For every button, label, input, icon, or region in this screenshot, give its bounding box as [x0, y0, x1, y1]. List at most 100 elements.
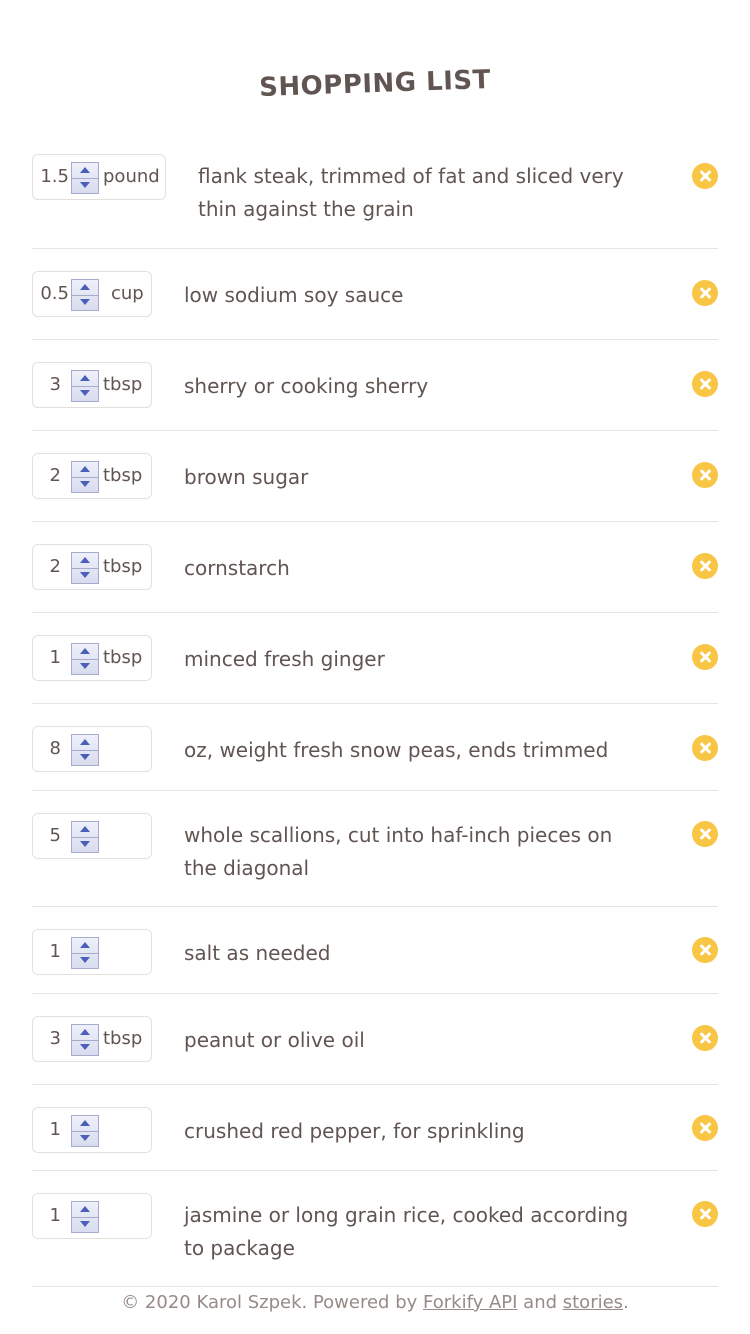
close-circle-icon[interactable] — [692, 821, 718, 847]
list-item: 3 tbsp peanut or olive oil — [32, 994, 718, 1085]
close-circle-icon[interactable] — [692, 1115, 718, 1141]
quantity-stepper[interactable]: 8 — [32, 726, 152, 772]
quantity-value[interactable]: 1 — [33, 636, 61, 680]
stepper-arrows-icon[interactable] — [71, 162, 99, 194]
stepper-arrows-icon[interactable] — [71, 461, 99, 493]
close-circle-icon[interactable] — [692, 280, 718, 306]
ingredient-description: minced fresh ginger — [184, 647, 385, 671]
close-circle-icon[interactable] — [692, 644, 718, 670]
quantity-value[interactable]: 8 — [33, 727, 61, 771]
decrement-arrow-icon[interactable] — [72, 386, 98, 401]
increment-arrow-icon[interactable] — [72, 1116, 98, 1132]
quantity-value[interactable]: 3 — [33, 1017, 61, 1061]
quantity-stepper[interactable]: 1 — [32, 1107, 152, 1153]
quantity-stepper[interactable]: 3 tbsp — [32, 362, 152, 408]
stories-link[interactable]: stories — [563, 1292, 623, 1313]
close-circle-icon[interactable] — [692, 371, 718, 397]
decrement-arrow-icon[interactable] — [72, 1040, 98, 1055]
stepper-arrows-icon[interactable] — [71, 279, 99, 311]
ingredient-description: whole scallions, cut into haf-inch piece… — [184, 823, 613, 880]
decrement-arrow-icon[interactable] — [72, 295, 98, 310]
quantity-value[interactable]: 0.5 — [33, 272, 69, 316]
quantity-stepper[interactable]: 3 tbsp — [32, 1016, 152, 1062]
quantity-unit: pound — [103, 166, 160, 187]
quantity-value[interactable]: 5 — [33, 814, 61, 858]
close-circle-icon[interactable] — [692, 1201, 718, 1227]
stepper-arrows-icon[interactable] — [71, 643, 99, 675]
increment-arrow-icon[interactable] — [72, 371, 98, 387]
decrement-arrow-icon[interactable] — [72, 659, 98, 674]
increment-arrow-icon[interactable] — [72, 735, 98, 751]
close-circle-icon[interactable] — [692, 163, 718, 189]
increment-arrow-icon[interactable] — [72, 553, 98, 569]
list-item: 1.5 pound flank steak, trimmed of fat and … — [32, 132, 718, 249]
ingredient-description: sherry or cooking sherry — [184, 374, 429, 398]
increment-arrow-icon[interactable] — [72, 822, 98, 838]
quantity-stepper[interactable]: 1 — [32, 929, 152, 975]
ingredient-description: peanut or olive oil — [184, 1028, 365, 1052]
list-item: 2 tbsp brown sugar — [32, 431, 718, 522]
stepper-arrows-icon[interactable] — [71, 370, 99, 402]
quantity-value[interactable]: 3 — [33, 363, 61, 407]
ingredient-description: cornstarch — [184, 556, 290, 580]
increment-arrow-icon[interactable] — [72, 938, 98, 954]
increment-arrow-icon[interactable] — [72, 462, 98, 478]
increment-arrow-icon[interactable] — [72, 644, 98, 660]
quantity-stepper[interactable]: 0.5 cup — [32, 271, 152, 317]
decrement-arrow-icon[interactable] — [72, 837, 98, 852]
increment-arrow-icon[interactable] — [72, 163, 98, 179]
stepper-arrows-icon[interactable] — [71, 1024, 99, 1056]
decrement-arrow-icon[interactable] — [72, 178, 98, 193]
close-circle-icon[interactable] — [692, 937, 718, 963]
stepper-arrows-icon[interactable] — [71, 821, 99, 853]
increment-arrow-icon[interactable] — [72, 1025, 98, 1041]
close-circle-icon[interactable] — [692, 462, 718, 488]
quantity-stepper[interactable]: 1 tbsp — [32, 635, 152, 681]
quantity-unit: cup — [111, 283, 144, 304]
quantity-value[interactable]: 1 — [33, 1194, 61, 1238]
quantity-stepper[interactable]: 2 tbsp — [32, 544, 152, 590]
list-item: 3 tbsp sherry or cooking sherry — [32, 340, 718, 431]
list-item: 1 jasmine or long grain rice, cooked acco… — [32, 1171, 718, 1287]
quantity-unit: tbsp — [103, 647, 143, 668]
decrement-arrow-icon[interactable] — [72, 477, 98, 492]
quantity-value[interactable]: 1.5 — [33, 155, 69, 199]
quantity-value[interactable]: 1 — [33, 930, 61, 974]
list-item: 8 oz, weight fresh snow peas, ends trimme… — [32, 704, 718, 791]
ingredient-description: oz, weight fresh snow peas, ends trimmed — [184, 738, 609, 762]
close-circle-icon[interactable] — [692, 735, 718, 761]
quantity-value[interactable]: 2 — [33, 454, 61, 498]
quantity-value[interactable]: 2 — [33, 545, 61, 589]
list-item: 1 salt as needed — [32, 907, 718, 994]
quantity-stepper[interactable]: 5 — [32, 813, 152, 859]
stepper-arrows-icon[interactable] — [71, 1115, 99, 1147]
quantity-stepper[interactable]: 2 tbsp — [32, 453, 152, 499]
quantity-unit: tbsp — [103, 556, 143, 577]
quantity-unit: tbsp — [103, 374, 143, 395]
list-item: 0.5 cup low sodium soy sauce — [32, 249, 718, 340]
ingredient-description: jasmine or long grain rice, cooked accor… — [184, 1203, 629, 1260]
close-circle-icon[interactable] — [692, 553, 718, 579]
close-circle-icon[interactable] — [692, 1025, 718, 1051]
ingredient-description: flank steak, trimmed of fat and sliced v… — [198, 164, 624, 221]
quantity-value[interactable]: 1 — [33, 1108, 61, 1152]
stepper-arrows-icon[interactable] — [71, 1201, 99, 1233]
quantity-unit: tbsp — [103, 1028, 143, 1049]
increment-arrow-icon[interactable] — [72, 1202, 98, 1218]
decrement-arrow-icon[interactable] — [72, 953, 98, 968]
forkify-api-link[interactable]: Forkify API — [423, 1292, 517, 1313]
ingredient-description: brown sugar — [184, 465, 309, 489]
ingredient-description: salt as needed — [184, 941, 331, 965]
quantity-stepper[interactable]: 1 — [32, 1193, 152, 1239]
increment-arrow-icon[interactable] — [72, 280, 98, 296]
footer-and: and — [517, 1292, 563, 1313]
decrement-arrow-icon[interactable] — [72, 568, 98, 583]
decrement-arrow-icon[interactable] — [72, 750, 98, 765]
quantity-stepper[interactable]: 1.5 pound — [32, 154, 166, 200]
shopping-list: 1.5 pound flank steak, trimmed of fat and … — [32, 132, 718, 1287]
stepper-arrows-icon[interactable] — [71, 552, 99, 584]
decrement-arrow-icon[interactable] — [72, 1131, 98, 1146]
decrement-arrow-icon[interactable] — [72, 1217, 98, 1232]
stepper-arrows-icon[interactable] — [71, 937, 99, 969]
stepper-arrows-icon[interactable] — [71, 734, 99, 766]
